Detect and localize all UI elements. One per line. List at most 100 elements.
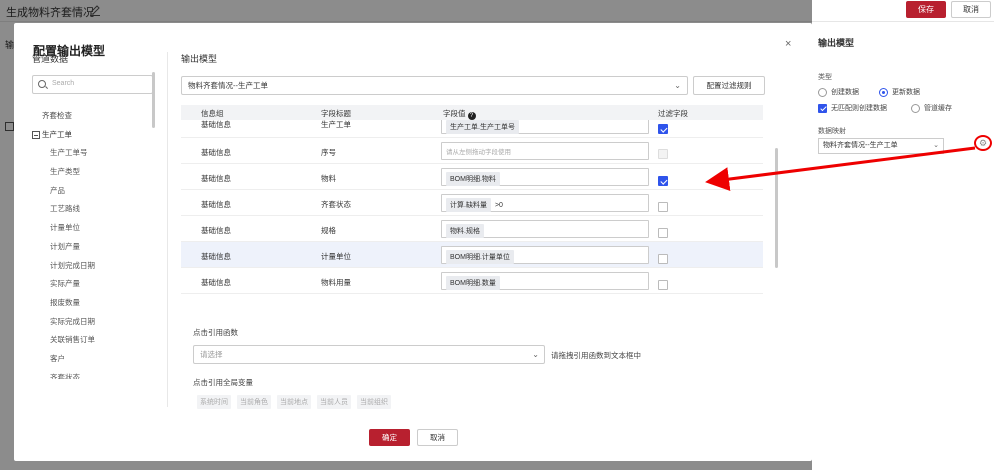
row-group: 基础信息 [201,252,231,261]
chevron-down-icon: ⌄ [933,142,939,149]
field-value-input[interactable]: BOM明细.物料 [441,168,649,186]
global-var-chip[interactable]: 当前人员 [317,395,351,409]
global-var-chip[interactable]: 系统时间 [197,395,231,409]
filter-checkbox[interactable] [658,202,668,212]
checkbox-create-if-unmatched[interactable]: 无匹配则创建数据 [818,103,887,113]
table-row: 基础信息 生产工单 生产工单.生产工单号 [181,120,763,138]
tree-item[interactable]: 产品 [32,182,150,201]
column-header-field-title: 字段标题 [321,109,351,118]
radio-create-data[interactable]: 创建数据 [818,87,859,97]
tree-item[interactable]: 齐套检查 [32,107,150,126]
row-group: 基础信息 [201,226,231,235]
field-value-input[interactable]: BOM明细.数量 [441,272,649,290]
cancel-button[interactable]: 取消 [951,1,991,18]
filter-checkbox[interactable] [658,176,668,186]
tree-item[interactable]: 计划产量 [32,238,150,257]
highlight-circle [974,135,992,151]
row-field-title: 物料 [321,174,336,183]
scrollbar[interactable] [152,72,155,128]
dialog-cancel-button[interactable]: 取消 [417,429,458,446]
panel-title: 输出模型 [818,38,855,48]
close-icon[interactable]: × [785,38,791,50]
function-label: 点击引用函数 [193,328,238,337]
filter-rules-button[interactable]: 配置过滤规则 [693,76,765,95]
filter-checkbox[interactable] [658,124,668,134]
tree-item[interactable]: 关联销售订单 [32,331,150,350]
tree-item[interactable]: 生产工单号 [32,144,150,163]
table-row: 基础信息 物料 BOM明细.物料 [181,164,763,190]
type-label: 类型 [818,74,832,81]
table-row: 基础信息 计量单位 BOM明细.计量单位 [181,242,763,268]
mapping-select[interactable]: 物料齐套情况--生产工单 ⌄ [818,138,944,154]
chevron-down-icon: ⌄ [532,350,539,359]
output-model-panel: 输出模型 类型 创建数据 更新数据 无匹配则创建数据 管道缓存 数据映射 物料齐… [812,22,994,470]
radio-selected-icon [879,87,888,97]
field-value-input[interactable]: 请从左侧拖动字段使用 [441,142,649,160]
save-button[interactable]: 保存 [906,1,946,18]
table-row: 基础信息 物料用量 BOM明细.数量 [181,268,763,294]
field-table: 基础信息 生产工单 生产工单.生产工单号 基础信息 序号 请从左侧拖动字段使用 … [181,120,763,305]
field-value-input[interactable]: BOM明细.计量单位 [441,246,649,264]
tree-item-parent[interactable]: 生产工单 [32,126,150,145]
checkbox-checked-icon [818,103,827,113]
row-group: 基础信息 [201,278,231,287]
row-group: 基础信息 [201,200,231,209]
divider [167,52,168,407]
model-select[interactable]: 物料齐套情况--生产工单 ⌄ [181,76,688,95]
row-group: 基础信息 [201,174,231,183]
global-var-label: 点击引用全局变量 [193,378,253,387]
tree-item[interactable]: 实际完成日期 [32,313,150,332]
function-hint: 请拖拽引用函数到文本框中 [551,351,641,360]
tree-item[interactable]: 齐套状态 [32,369,150,379]
global-var-chip[interactable]: 当前地点 [277,395,311,409]
field-chip[interactable]: 计算.缺料量 [446,198,491,212]
field-chip[interactable]: BOM明细.计量单位 [446,250,514,264]
table-row: 基础信息 序号 请从左侧拖动字段使用 [181,138,763,164]
field-chip[interactable]: BOM明细.物料 [446,172,500,186]
row-field-title: 齐套状态 [321,200,351,209]
row-field-title: 规格 [321,226,336,235]
function-select[interactable]: 请选择 ⌄ [193,345,545,364]
collapse-icon[interactable] [32,131,40,140]
pipeline-tree: 齐套检查 生产工单 生产工单号 生产类型 产品 工艺路线 计量单位 计划产量 计… [32,107,150,379]
field-value-input[interactable]: 计算.缺料量 >0 [441,194,649,212]
tree-item[interactable]: 计量单位 [32,219,150,238]
confirm-button[interactable]: 确定 [369,429,410,446]
row-field-title: 生产工单 [321,120,351,129]
table-header: 信息组 字段标题 字段值? 过滤字段 [181,105,763,120]
column-header-filter: 过滤字段 [658,109,688,118]
tree-item[interactable]: 客户 [32,350,150,369]
search-input[interactable]: Search [32,75,153,94]
row-field-title: 物料用量 [321,278,351,287]
filter-checkbox[interactable] [658,149,668,159]
tree-item[interactable]: 生产类型 [32,163,150,182]
tree-item[interactable]: 报废数量 [32,294,150,313]
radio-update-data[interactable]: 更新数据 [879,87,920,97]
field-expression: >0 [494,202,503,209]
column-header-field-value: 字段值? [443,108,476,120]
field-chip[interactable]: 物料.规格 [446,224,484,238]
field-value-input[interactable]: 物料.规格 [441,220,649,238]
pipeline-data-panel: 管道数据 Search 齐套检查 生产工单 生产工单号 生产类型 产品 工艺路线… [31,52,156,407]
tree-item[interactable]: 工艺路线 [32,200,150,219]
pipeline-data-title: 管道数据 [32,54,69,64]
output-model-title: 输出模型 [181,54,218,64]
field-chip[interactable]: BOM明细.数量 [446,276,500,290]
global-var-list: 系统时间 当前角色 当前地点 当前人员 当前组织 [197,395,391,409]
tree-item[interactable]: 计划完成日期 [32,257,150,276]
field-chip[interactable]: 生产工单.生产工单号 [446,120,519,134]
row-field-title: 序号 [321,148,336,157]
field-value-input[interactable]: 生产工单.生产工单号 [441,120,649,134]
filter-checkbox[interactable] [658,280,668,290]
table-scrollbar[interactable] [775,148,778,268]
column-header-group: 信息组 [201,109,224,118]
help-icon[interactable]: ? [467,112,476,120]
global-var-chip[interactable]: 当前组织 [357,395,391,409]
radio-pipeline-cache[interactable]: 管道缓存 [911,103,952,113]
global-var-chip[interactable]: 当前角色 [237,395,271,409]
tree-item[interactable]: 实际产量 [32,275,150,294]
filter-checkbox[interactable] [658,254,668,264]
radio-icon [818,87,827,97]
chevron-down-icon: ⌄ [674,81,681,90]
filter-checkbox[interactable] [658,228,668,238]
